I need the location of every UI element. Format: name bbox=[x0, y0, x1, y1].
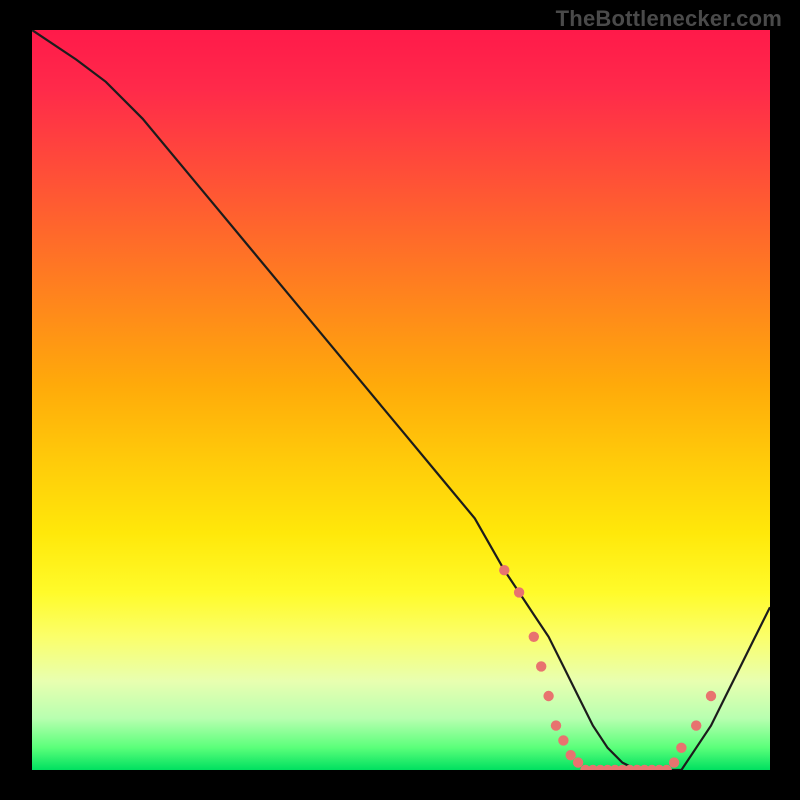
curve-marker bbox=[691, 720, 701, 730]
curve-marker bbox=[566, 750, 576, 760]
curve-marker bbox=[551, 720, 561, 730]
bottleneck-curve bbox=[32, 30, 770, 770]
curve-marker bbox=[573, 757, 583, 767]
curve-svg bbox=[32, 30, 770, 770]
curve-marker bbox=[514, 587, 524, 597]
plot-area bbox=[32, 30, 770, 770]
watermark-text: TheBottlenecker.com bbox=[556, 6, 782, 32]
curve-marker bbox=[529, 632, 539, 642]
curve-marker bbox=[499, 565, 509, 575]
curve-marker bbox=[706, 691, 716, 701]
marker-group bbox=[499, 565, 716, 770]
curve-marker bbox=[536, 661, 546, 671]
curve-marker bbox=[676, 743, 686, 753]
curve-marker bbox=[669, 757, 679, 767]
curve-marker bbox=[543, 691, 553, 701]
curve-marker bbox=[558, 735, 568, 745]
